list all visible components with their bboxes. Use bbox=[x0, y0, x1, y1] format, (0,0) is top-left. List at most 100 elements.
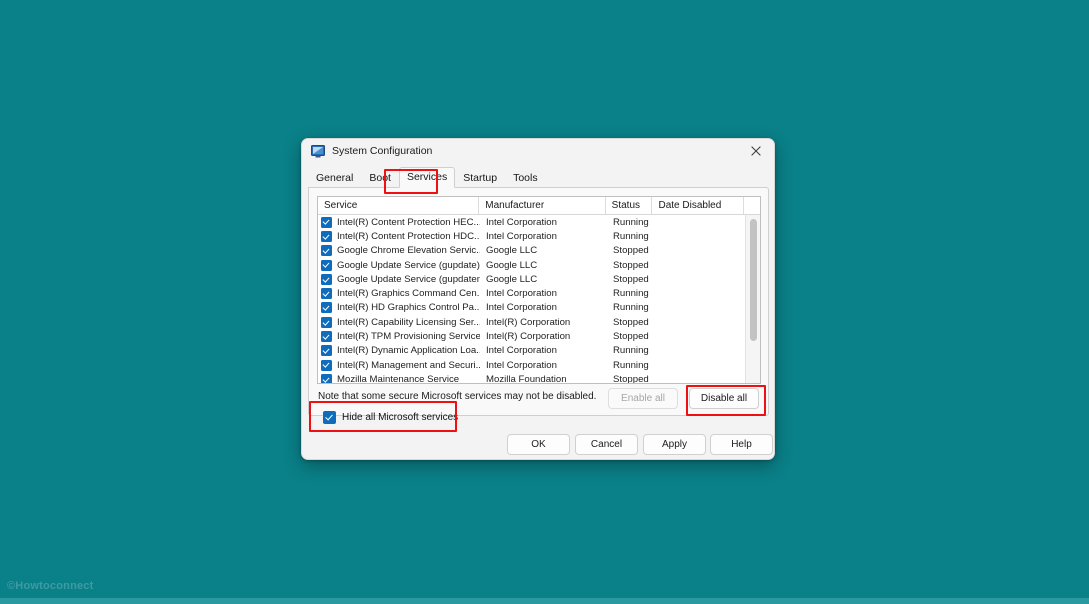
checkbox-checked-icon[interactable] bbox=[321, 345, 332, 357]
system-configuration-icon bbox=[311, 144, 325, 158]
service-cell: Intel(R) Content Protection HDC... bbox=[318, 230, 480, 242]
checkbox-checked-icon[interactable] bbox=[321, 230, 332, 242]
service-cell: Intel(R) Capability Licensing Ser... bbox=[318, 316, 480, 328]
manufacturer-cell: Intel(R) Corporation bbox=[486, 316, 571, 328]
table-row[interactable]: Intel(R) Graphics Command Cen... Intel Co… bbox=[318, 286, 760, 300]
manufacturer-cell: Intel(R) Corporation bbox=[486, 331, 571, 343]
table-row[interactable]: Intel(R) Content Protection HEC... Intel … bbox=[318, 215, 760, 229]
checkbox-checked-icon bbox=[323, 411, 336, 424]
service-name: Intel(R) Graphics Command Cen... bbox=[337, 288, 480, 300]
desktop-bottom-strip bbox=[0, 598, 1089, 604]
status-cell: Stopped bbox=[613, 245, 649, 257]
checkbox-checked-icon[interactable] bbox=[321, 373, 332, 383]
service-name: Intel(R) TPM Provisioning Service bbox=[337, 331, 480, 343]
manufacturer-cell: Google LLC bbox=[486, 245, 538, 257]
tab-tools[interactable]: Tools bbox=[505, 168, 546, 188]
status-cell: Stopped bbox=[613, 373, 649, 384]
checkbox-checked-icon[interactable] bbox=[321, 245, 332, 257]
close-icon[interactable] bbox=[738, 139, 774, 163]
manufacturer-cell: Intel Corporation bbox=[486, 302, 557, 314]
table-row[interactable]: Intel(R) Content Protection HDC... Intel … bbox=[318, 229, 760, 243]
column-header-date-disabled[interactable]: Date Disabled bbox=[652, 197, 745, 214]
checkbox-checked-icon[interactable] bbox=[321, 302, 332, 314]
table-row[interactable]: Google Chrome Elevation Servic... Google … bbox=[318, 244, 760, 258]
service-cell: Intel(R) TPM Provisioning Service bbox=[318, 331, 480, 343]
checkbox-checked-icon[interactable] bbox=[321, 288, 332, 300]
status-cell: Running bbox=[613, 302, 649, 314]
system-configuration-dialog: System Configuration General Boot Servic… bbox=[301, 138, 775, 460]
checkbox-checked-icon[interactable] bbox=[321, 359, 332, 371]
watermark: ©Howtoconnect bbox=[7, 580, 94, 592]
checkbox-checked-icon[interactable] bbox=[321, 216, 332, 228]
apply-button[interactable]: Apply bbox=[643, 434, 706, 455]
service-cell: Intel(R) Dynamic Application Loa... bbox=[318, 345, 480, 357]
table-row[interactable]: Mozilla Maintenance Service Mozilla Found… bbox=[318, 372, 760, 384]
table-row[interactable]: Intel(R) TPM Provisioning Service Intel(R… bbox=[318, 329, 760, 343]
checkbox-checked-icon[interactable] bbox=[321, 316, 332, 328]
service-cell: Intel(R) Content Protection HEC... bbox=[318, 216, 480, 228]
cancel-button[interactable]: Cancel bbox=[575, 434, 638, 455]
tab-general[interactable]: General bbox=[308, 168, 361, 188]
enable-all-button[interactable]: Enable all bbox=[608, 388, 678, 409]
tab-boot[interactable]: Boot bbox=[361, 168, 399, 188]
status-cell: Running bbox=[613, 216, 649, 228]
status-cell: Running bbox=[613, 230, 649, 242]
checkbox-checked-icon[interactable] bbox=[321, 331, 332, 343]
service-name: Intel(R) Content Protection HDC... bbox=[337, 230, 480, 242]
service-name: Intel(R) Management and Securi... bbox=[337, 359, 480, 371]
service-name: Google Chrome Elevation Servic... bbox=[337, 245, 480, 257]
manufacturer-cell: Intel Corporation bbox=[486, 359, 557, 371]
service-name: Intel(R) Capability Licensing Ser... bbox=[337, 316, 480, 328]
table-row[interactable]: Intel(R) HD Graphics Control Pa... Intel … bbox=[318, 301, 760, 315]
service-name: Intel(R) HD Graphics Control Pa... bbox=[337, 302, 480, 314]
services-panel: Service Manufacturer Status Date Disable… bbox=[308, 187, 769, 424]
checkbox-checked-icon[interactable] bbox=[321, 259, 332, 271]
ok-button[interactable]: OK bbox=[507, 434, 570, 455]
title-bar[interactable]: System Configuration bbox=[302, 139, 774, 163]
service-cell: Mozilla Maintenance Service bbox=[318, 373, 480, 384]
column-header-spacer bbox=[744, 197, 760, 214]
tab-strip: General Boot Services Startup Tools bbox=[302, 163, 774, 188]
column-header-service[interactable]: Service bbox=[318, 197, 480, 214]
manufacturer-cell: Mozilla Foundation bbox=[486, 373, 567, 384]
services-scrollbar-thumb[interactable] bbox=[750, 219, 757, 341]
table-row[interactable]: Intel(R) Management and Securi... Intel C… bbox=[318, 358, 760, 372]
status-cell: Stopped bbox=[613, 331, 649, 343]
dialog-title: System Configuration bbox=[332, 145, 433, 157]
status-cell: Running bbox=[613, 359, 649, 371]
services-scrollbar[interactable] bbox=[745, 215, 760, 383]
table-row[interactable]: Intel(R) Capability Licensing Ser... Inte… bbox=[318, 315, 760, 329]
checkbox-checked-icon[interactable] bbox=[321, 273, 332, 285]
table-row[interactable]: Google Update Service (gupdatem) Google L… bbox=[318, 272, 760, 286]
services-listbox[interactable]: Service Manufacturer Status Date Disable… bbox=[317, 196, 761, 384]
manufacturer-cell: Google LLC bbox=[486, 259, 538, 271]
help-button[interactable]: Help bbox=[710, 434, 773, 455]
service-name: Intel(R) Content Protection HEC... bbox=[337, 216, 480, 228]
manufacturer-cell: Intel Corporation bbox=[486, 345, 557, 357]
tab-services[interactable]: Services bbox=[398, 167, 456, 188]
service-cell: Intel(R) HD Graphics Control Pa... bbox=[318, 302, 480, 314]
status-cell: Running bbox=[613, 288, 649, 300]
service-name: Google Update Service (gupdate) bbox=[337, 259, 480, 271]
service-cell: Intel(R) Management and Securi... bbox=[318, 359, 480, 371]
service-name: Google Update Service (gupdatem) bbox=[337, 273, 480, 285]
status-cell: Running bbox=[613, 345, 649, 357]
service-cell: Intel(R) Graphics Command Cen... bbox=[318, 288, 480, 300]
service-cell: Google Chrome Elevation Servic... bbox=[318, 245, 480, 257]
tab-startup[interactable]: Startup bbox=[455, 168, 505, 188]
manufacturer-cell: Google LLC bbox=[486, 273, 538, 285]
hide-all-microsoft-services-checkbox[interactable]: Hide all Microsoft services bbox=[323, 411, 458, 424]
disable-all-button[interactable]: Disable all bbox=[689, 388, 759, 409]
service-name: Mozilla Maintenance Service bbox=[337, 373, 460, 384]
status-cell: Stopped bbox=[613, 259, 649, 271]
manufacturer-cell: Intel Corporation bbox=[486, 230, 557, 242]
column-header-manufacturer[interactable]: Manufacturer bbox=[479, 197, 606, 214]
column-header-status[interactable]: Status bbox=[606, 197, 653, 214]
secure-services-note: Note that some secure Microsoft services… bbox=[318, 391, 597, 402]
table-row[interactable]: Google Update Service (gupdate) Google LL… bbox=[318, 258, 760, 272]
manufacturer-cell: Intel Corporation bbox=[486, 216, 557, 228]
service-name: Intel(R) Dynamic Application Loa... bbox=[337, 345, 480, 357]
status-cell: Stopped bbox=[613, 273, 649, 285]
table-row[interactable]: Intel(R) Dynamic Application Loa... Intel… bbox=[318, 344, 760, 358]
services-table-body: Intel(R) Content Protection HEC... Intel … bbox=[318, 215, 760, 384]
